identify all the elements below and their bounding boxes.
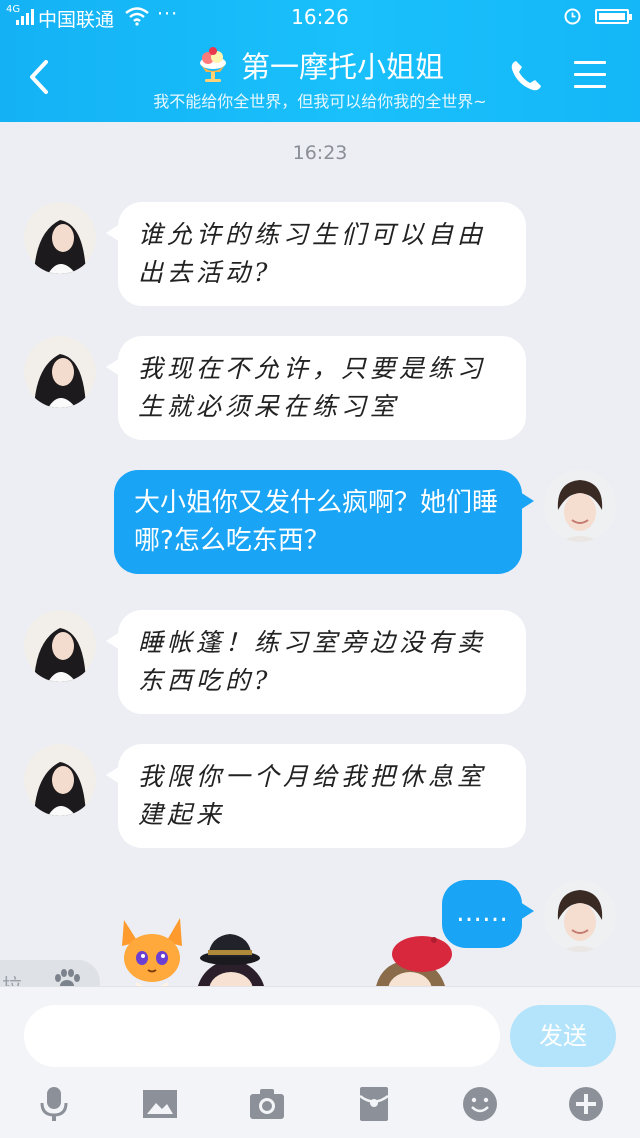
outgoing-message[interactable]: 大小姐你又发什么疯啊？她们睡哪?怎么吃东西？ — [114, 470, 534, 574]
status-bar: 4G 中国联通 ··· 16:26 — [0, 0, 640, 34]
contact-avatar[interactable] — [24, 336, 96, 408]
chat-header: 4G 中国联通 ··· 16:26 第一摩托小姐姐 我不能给你全世界，但我可以给… — [0, 0, 640, 122]
microphone-icon[interactable] — [35, 1085, 73, 1123]
battery-icon — [595, 9, 632, 24]
menu-icon[interactable] — [574, 61, 606, 89]
send-button[interactable]: 发送 — [510, 1005, 616, 1067]
incoming-message[interactable]: 谁允许的练习生们可以自由出去活动? — [106, 202, 526, 306]
phone-icon[interactable] — [508, 58, 544, 94]
incoming-message[interactable]: 我限你一个月给我把休息室建起来 — [106, 744, 526, 848]
message-timestamp: 16:23 — [292, 142, 348, 164]
incoming-message[interactable]: 睡帐篷！练习室旁边没有卖东西吃的? — [106, 610, 526, 714]
chat-title: 第一摩托小姐姐 — [241, 50, 445, 84]
chat-title-row[interactable]: 第一摩托小姐姐 — [0, 44, 640, 86]
contact-avatar[interactable] — [24, 610, 96, 682]
message-input[interactable] — [24, 1005, 500, 1067]
alarm-icon — [564, 8, 581, 25]
my-avatar[interactable] — [544, 880, 616, 952]
plus-icon[interactable] — [567, 1085, 605, 1123]
status-time: 16:26 — [291, 5, 349, 29]
chat-subtitle: 我不能给你全世界，但我可以给你我的全世界~ — [153, 92, 487, 111]
image-icon[interactable] — [141, 1085, 179, 1123]
message-composer: 发送 — [0, 986, 640, 1138]
red-packet-icon[interactable] — [355, 1085, 393, 1123]
ice-cream-sundae-icon — [199, 47, 226, 82]
emoji-icon[interactable] — [461, 1085, 499, 1123]
contact-avatar[interactable] — [24, 744, 96, 816]
camera-icon[interactable] — [248, 1085, 286, 1123]
my-avatar[interactable] — [544, 470, 616, 542]
outgoing-message[interactable]: …… — [442, 880, 534, 948]
contact-avatar[interactable] — [24, 202, 96, 274]
incoming-message[interactable]: 我现在不允许，只要是练习生就必须呆在练习室 — [106, 336, 526, 440]
